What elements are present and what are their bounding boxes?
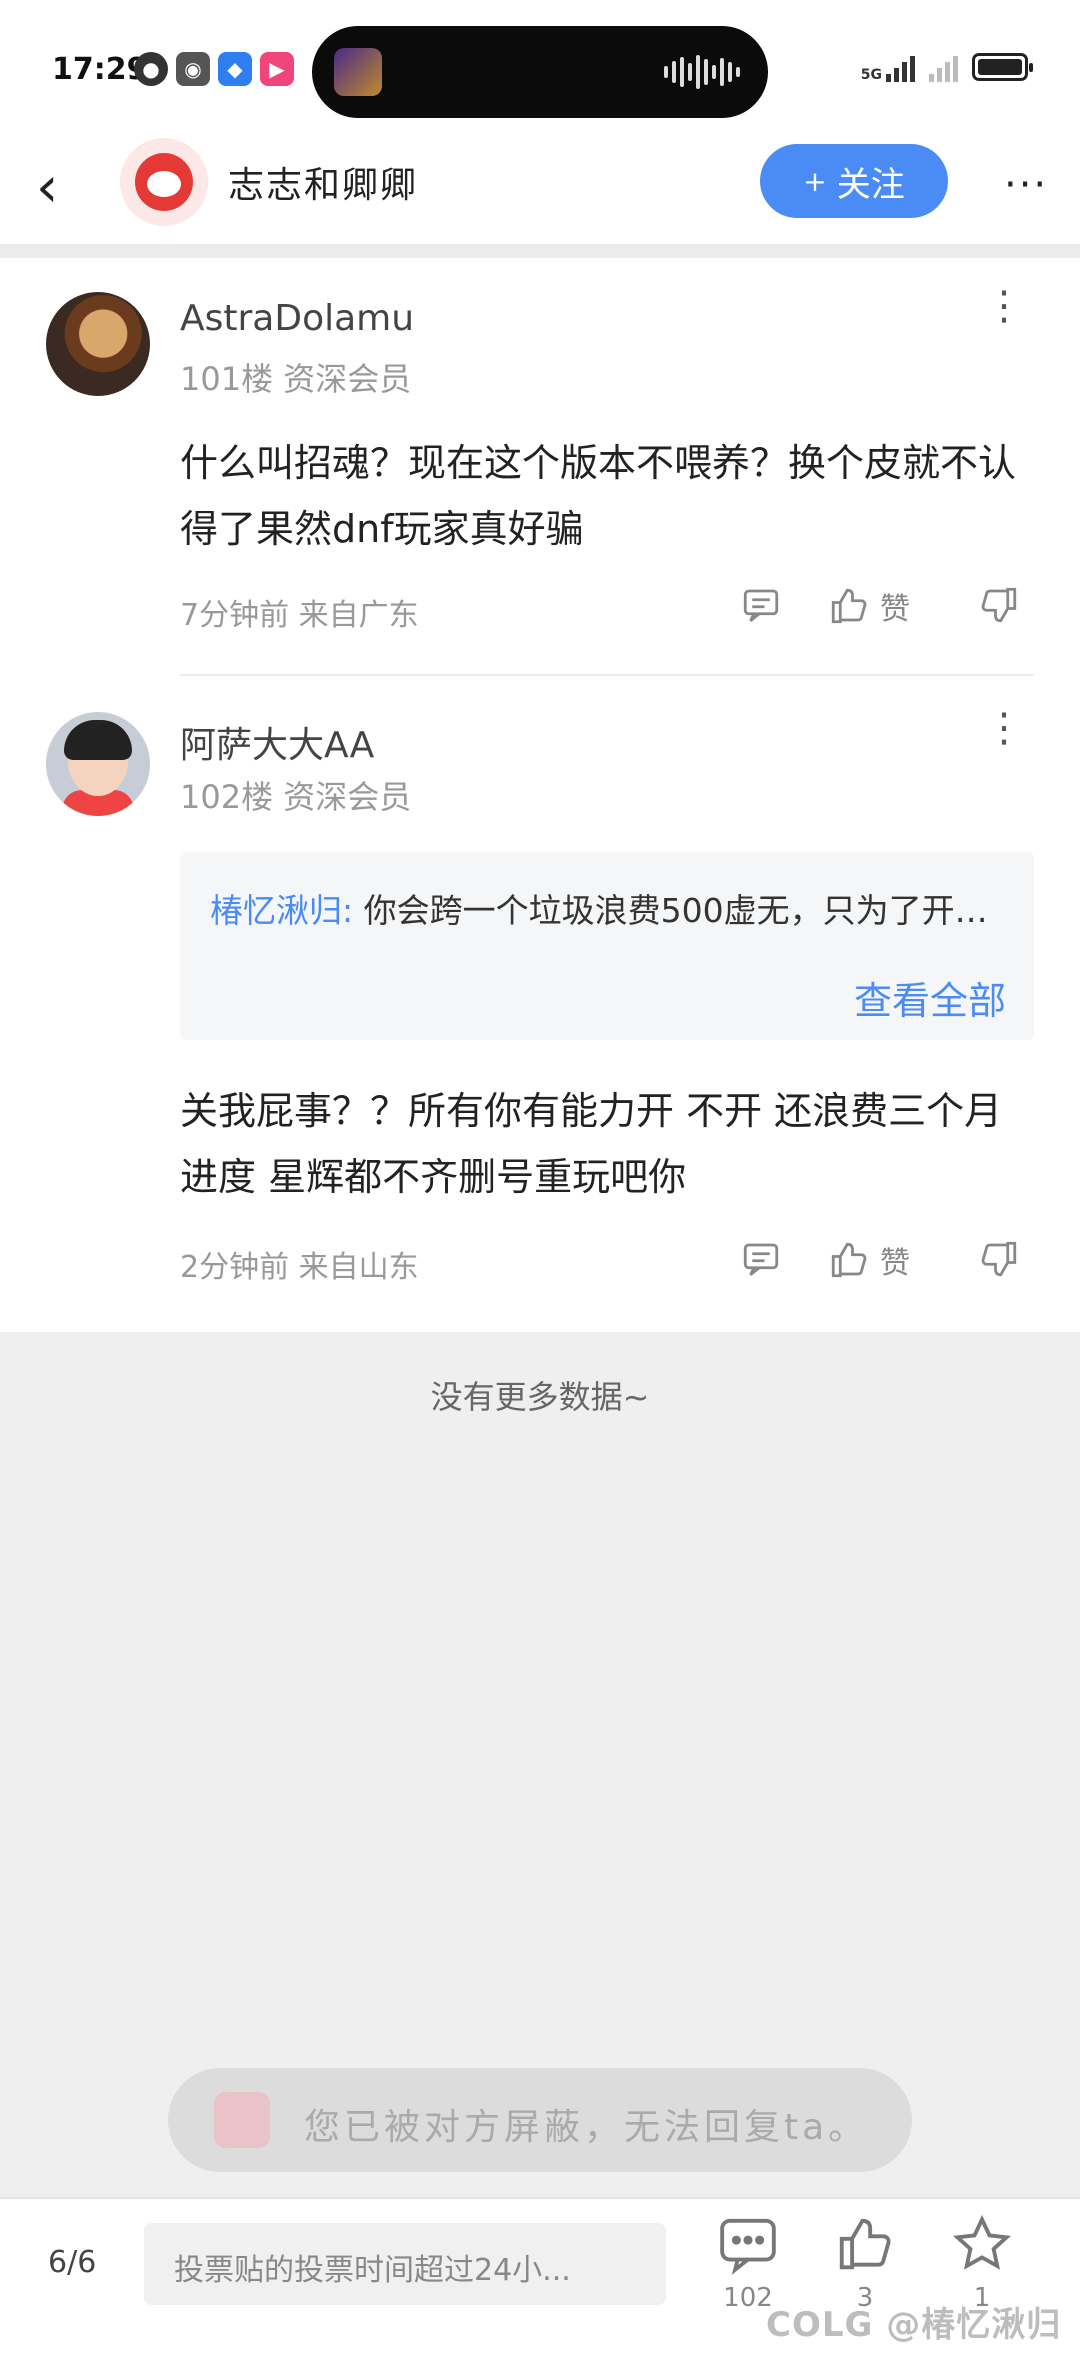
comment-floor: 101楼 资深会员 — [180, 360, 412, 398]
comment-more-icon[interactable]: ⋮ — [984, 286, 1024, 348]
battery-icon — [972, 53, 1033, 81]
blocked-notice: 您已被对方屏蔽，无法回复ta。 — [168, 2068, 912, 2172]
follow-label: 关注 — [836, 164, 905, 205]
app-blue-icon: ◆ — [218, 52, 252, 86]
signal-secondary-icon — [929, 52, 958, 82]
back-icon[interactable]: ‹ — [36, 160, 96, 220]
status-right: 5G — [860, 52, 1033, 83]
comment-username[interactable]: AstraDolamu — [180, 298, 414, 339]
comment-meta: 2分钟前 来自山东 — [180, 1250, 419, 1285]
thumbs-up-icon — [831, 1242, 867, 1278]
reply-icon[interactable] — [740, 1238, 782, 1280]
like-label: 赞 — [880, 1246, 910, 1281]
wechat-icon: ◉ — [176, 52, 210, 86]
author-avatar[interactable] — [120, 138, 208, 226]
network-type: 5G — [860, 67, 882, 83]
thread-header: ‹ 志志和卿卿 + 关注 ··· — [0, 138, 1080, 244]
game-app-icon — [334, 48, 382, 96]
comment-meta: 7分钟前 来自广东 — [180, 598, 419, 633]
follow-button[interactable]: + 关注 — [760, 144, 948, 218]
comment-floor: 102楼 资深会员 — [180, 778, 412, 816]
star-icon — [952, 2214, 1012, 2270]
quote-line: 椿忆湫归: 你会跨一个垃圾浪费500虚无，只为了开… — [210, 884, 1010, 932]
header-divider — [0, 244, 1080, 258]
thumbs-up-icon — [831, 588, 867, 624]
avatar[interactable] — [46, 712, 150, 816]
quote-username[interactable]: 椿忆湫归: — [210, 891, 353, 930]
comment-body: 关我屁事？？所有你有能力开 不开 还浪费三个月进度 星辉都不齐删号重玩吧你 — [180, 1089, 1003, 1199]
no-more-data: 没有更多数据~ — [430, 1378, 650, 1416]
author-name[interactable]: 志志和卿卿 — [228, 156, 418, 208]
plus-icon: + — [803, 164, 827, 198]
comment-body: 什么叫招魂？现在这个版本不喂养？换个皮就不认得了果然dnf玩家真好骗 — [180, 441, 1017, 551]
video-app-icon: ▶ — [260, 52, 294, 86]
notification-icons: ● ◉ ◆ ▶ — [134, 52, 294, 86]
more-icon[interactable]: ··· — [1004, 162, 1048, 208]
quote-text: 你会跨一个垃圾浪费500虚无，只为了开… — [363, 891, 988, 930]
status-bar: 17:29 ● ◉ ◆ ▶ 5G — [0, 0, 1080, 138]
comment-more-icon[interactable]: ⋮ — [984, 708, 1024, 770]
comment-item: 阿萨大大AA 102楼 资深会员 ⋮ 椿忆湫归: 你会跨一个垃圾浪费500虚无，… — [0, 676, 1080, 1332]
audio-wave-icon — [664, 54, 740, 90]
comment-icon — [720, 2218, 776, 2275]
comment-item: AstraDolamu 101楼 资深会员 ⋮ 什么叫招魂？现在这个版本不喂养？… — [0, 258, 1080, 688]
thumbs-up-icon — [839, 2218, 891, 2270]
reply-input[interactable]: 投票贴的投票时间超过24小... — [144, 2223, 666, 2305]
signal-icon — [886, 52, 915, 82]
page-indicator[interactable]: 6/6 — [48, 2245, 96, 2280]
watermark: COLG @椿忆湫归 — [766, 2305, 1062, 2345]
like-button[interactable]: 赞 — [828, 1238, 910, 1282]
avatar[interactable] — [46, 292, 150, 396]
dynamic-island[interactable] — [312, 26, 768, 118]
colg-logo-icon — [214, 2092, 270, 2148]
view-all-link[interactable]: 查看全部 — [854, 970, 1006, 1025]
comment-username[interactable]: 阿萨大大AA — [180, 716, 374, 768]
dislike-icon[interactable] — [978, 1238, 1020, 1280]
blocked-text: 您已被对方屏蔽，无法回复ta。 — [304, 2107, 869, 2148]
like-button[interactable]: 赞 — [828, 584, 910, 628]
dislike-icon[interactable] — [978, 584, 1020, 626]
quoted-reply[interactable]: 椿忆湫归: 你会跨一个垃圾浪费500虚无，只为了开… 查看全部 — [180, 852, 1034, 1040]
like-label: 赞 — [880, 592, 910, 627]
reply-icon[interactable] — [740, 584, 782, 626]
comment-list: AstraDolamu 101楼 资深会员 ⋮ 什么叫招魂？现在这个版本不喂养？… — [0, 258, 1080, 1332]
qq-icon: ● — [134, 52, 168, 86]
